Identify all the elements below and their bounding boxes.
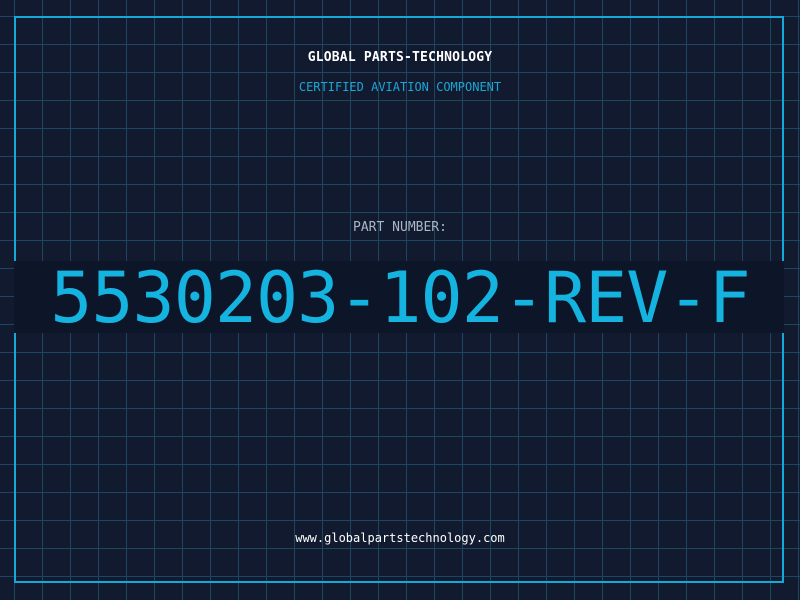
- part-number-value: 5530203-102-REV-F: [50, 257, 750, 339]
- website-url: www.globalpartstechnology.com: [295, 531, 505, 545]
- certification-subtitle: CERTIFIED AVIATION COMPONENT: [298, 80, 502, 94]
- company-name: GLOBAL PARTS-TECHNOLOGY: [307, 50, 493, 65]
- part-number-label: PART NUMBER:: [353, 220, 447, 235]
